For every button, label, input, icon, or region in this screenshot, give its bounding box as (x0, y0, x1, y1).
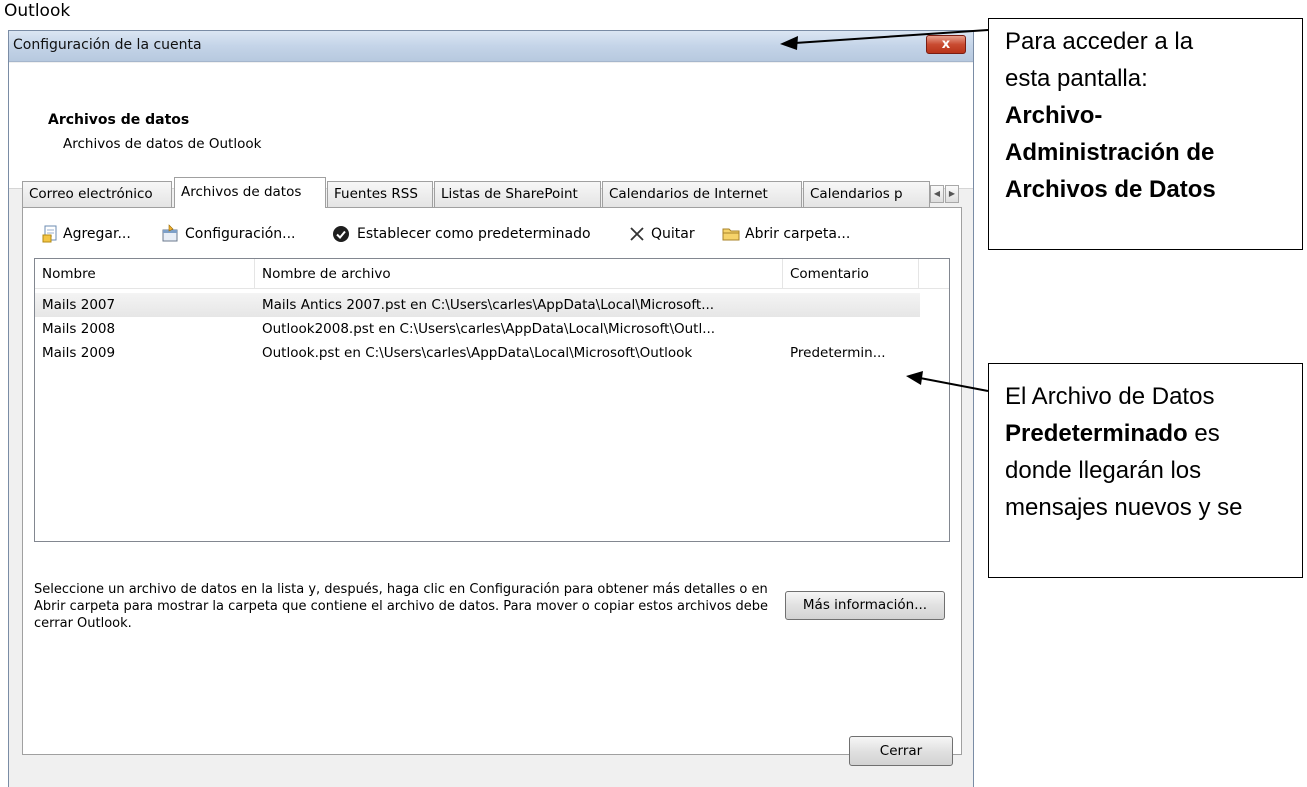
set-default-button[interactable]: Establecer como predeterminado (331, 222, 617, 246)
row-comment: Predetermin... (790, 345, 886, 361)
data-files-list[interactable]: Nombre Nombre de archivo Comentario Mail… (34, 258, 950, 542)
add-file-icon (42, 225, 57, 243)
settings-icon (162, 224, 178, 242)
column-header-name[interactable]: Nombre (35, 259, 255, 289)
section-subtitle: Archivos de datos de Outlook (63, 136, 262, 152)
page-caption: Outlook (4, 1, 71, 21)
more-info-button[interactable]: Más información... (785, 591, 945, 620)
tab-email[interactable]: Correo electrónico (22, 181, 172, 207)
settings-button[interactable]: Configuración... (161, 222, 321, 246)
window-title: Configuración de la cuenta (13, 37, 202, 53)
folder-icon (722, 228, 740, 241)
row-filename: Mails Antics 2007.pst en C:\Users\carles… (262, 297, 715, 313)
close-button[interactable]: Cerrar (849, 736, 953, 766)
tab-strip: Correo electrónico Archivos de datos Fue… (22, 177, 962, 208)
callout-access-instructions: Para acceder a la esta pantalla: Archivo… (988, 18, 1303, 250)
title-bar: Configuración de la cuenta x (9, 31, 973, 62)
callout-default-file: El Archivo de Datos Predeterminado es do… (988, 363, 1303, 578)
close-icon: x (941, 37, 951, 52)
row-name: Mails 2007 (42, 297, 116, 313)
open-folder-label: Abrir carpeta... (745, 226, 851, 242)
remove-button[interactable]: Quitar (627, 222, 717, 246)
tab-published-calendars[interactable]: Calendarios p (803, 181, 930, 207)
callout1-line2: esta pantalla: (1005, 65, 1148, 92)
callout1-bold1: Archivo- (1005, 102, 1103, 129)
callout1-line1: Para acceder a la (1005, 28, 1194, 55)
add-label: Agregar... (63, 226, 131, 242)
info-text: Seleccione un archivo de datos en la lis… (34, 582, 769, 631)
data-files-panel: Agregar... Configuración... Establecer c… (22, 207, 962, 755)
tab-scroll-left-icon[interactable]: ◀ (930, 185, 944, 203)
tab-scroll-right-icon[interactable]: ▶ (945, 185, 959, 203)
column-header-comment[interactable]: Comentario (783, 259, 919, 289)
close-window-button[interactable]: x (926, 35, 966, 54)
callout1-bold2: Administración de (1005, 139, 1215, 166)
list-header: Nombre Nombre de archivo Comentario (35, 259, 949, 289)
callout2-line2-rest: es (1187, 420, 1220, 447)
checkmark-circle-icon (333, 226, 349, 242)
list-row[interactable]: Mails 2007 Mails Antics 2007.pst en C:\U… (35, 293, 920, 317)
column-header-filename[interactable]: Nombre de archivo (255, 259, 783, 289)
callout2-line2: Predeterminado es (1005, 415, 1302, 452)
callout1-bold3: Archivos de Datos (1005, 176, 1216, 203)
row-name: Mails 2008 (42, 321, 116, 337)
account-settings-window: Configuración de la cuenta x Archivos de… (8, 30, 974, 787)
callout2-bold: Predeterminado (1005, 420, 1188, 447)
header-panel: Archivos de datos Archivos de datos de O… (9, 63, 973, 189)
settings-label: Configuración... (185, 226, 296, 242)
callout2-line1: El Archivo de Datos (1005, 383, 1215, 410)
row-filename: Outlook2008.pst en C:\Users\carles\AppDa… (262, 321, 716, 337)
row-name: Mails 2009 (42, 345, 116, 361)
tab-rss-feeds[interactable]: Fuentes RSS (327, 181, 433, 207)
section-title: Archivos de datos (48, 112, 190, 128)
tab-data-files[interactable]: Archivos de datos (174, 177, 326, 208)
tab-internet-calendars[interactable]: Calendarios de Internet (602, 181, 802, 207)
set-default-label: Establecer como predeterminado (357, 226, 591, 242)
add-button[interactable]: Agregar... (41, 222, 151, 246)
list-row[interactable]: Mails 2009 Outlook.pst en C:\Users\carle… (35, 341, 920, 365)
tab-sharepoint-lists[interactable]: Listas de SharePoint (434, 181, 601, 207)
row-filename: Outlook.pst en C:\Users\carles\AppData\L… (262, 345, 693, 361)
remove-x-icon (630, 227, 644, 241)
open-folder-button[interactable]: Abrir carpeta... (721, 222, 871, 246)
remove-label: Quitar (651, 226, 695, 242)
callout2-line3: donde llegarán los (1005, 457, 1202, 484)
callout2-line4: mensajes nuevos y se (1005, 494, 1243, 521)
list-row[interactable]: Mails 2008 Outlook2008.pst en C:\Users\c… (35, 317, 920, 341)
